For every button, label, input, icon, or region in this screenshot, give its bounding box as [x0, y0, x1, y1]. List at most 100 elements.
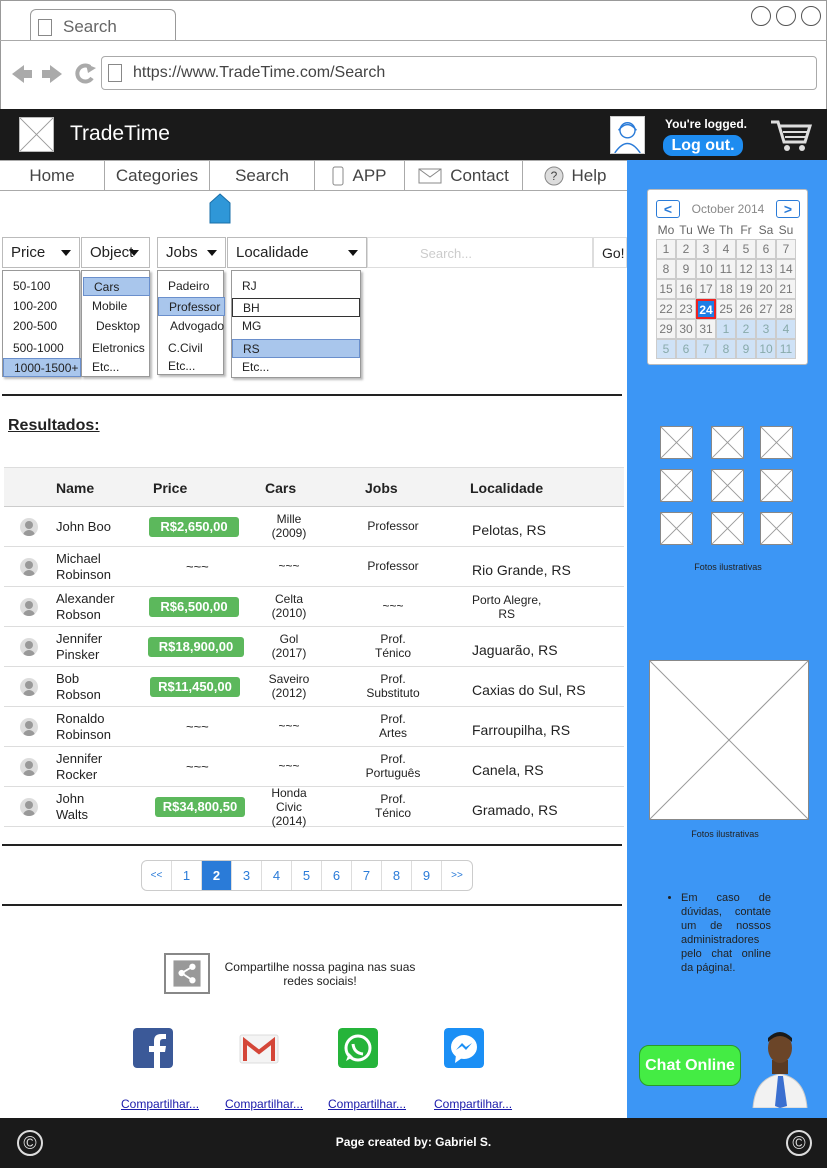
- minimize-button[interactable]: [751, 6, 771, 26]
- table-row[interactable]: John Boo R$2,650,00 Mille (2009) Professor P…: [4, 507, 624, 547]
- calendar-day[interactable]: 3: [756, 319, 776, 339]
- calendar-day[interactable]: 7: [696, 339, 716, 359]
- price-option[interactable]: 200-500: [3, 317, 81, 336]
- calendar-day[interactable]: 1: [656, 239, 676, 259]
- photo-thumbnail[interactable]: [660, 469, 693, 502]
- calendar-day[interactable]: 26: [736, 299, 756, 319]
- page-link[interactable]: 3: [232, 861, 262, 890]
- address-bar[interactable]: https://www.TradeTime.com/Search: [101, 56, 817, 90]
- page-last[interactable]: >>: [442, 861, 472, 890]
- menu-contact[interactable]: Contact: [405, 161, 523, 191]
- page-link[interactable]: 5: [292, 861, 322, 890]
- calendar-day[interactable]: 29: [656, 319, 676, 339]
- page-link-active[interactable]: 2: [202, 861, 232, 890]
- share-messenger-link[interactable]: Compartilhar...: [434, 1097, 512, 1111]
- calendar-day[interactable]: 21: [776, 279, 796, 299]
- share-icon[interactable]: [164, 953, 210, 994]
- cell-name[interactable]: Michael Robinson: [56, 551, 111, 583]
- calendar-day[interactable]: 20: [756, 279, 776, 299]
- close-button[interactable]: [801, 6, 821, 26]
- calendar-day[interactable]: 19: [736, 279, 756, 299]
- calendar-day[interactable]: 22: [656, 299, 676, 319]
- cell-name[interactable]: Ronaldo Robinson: [56, 711, 111, 743]
- calendar-day[interactable]: 13: [756, 259, 776, 279]
- object-option-selected[interactable]: Cars: [83, 277, 150, 296]
- page-link[interactable]: 6: [322, 861, 352, 890]
- object-option[interactable]: Mobile: [82, 297, 149, 316]
- calendar-day[interactable]: 8: [656, 259, 676, 279]
- calendar-day[interactable]: 27: [756, 299, 776, 319]
- cell-name[interactable]: Jennifer Rocker: [56, 751, 102, 783]
- cell-name[interactable]: Jennifer Pinsker: [56, 631, 102, 663]
- calendar-next-button[interactable]: >: [776, 200, 800, 218]
- facebook-icon[interactable]: [133, 1028, 173, 1068]
- price-option[interactable]: 50-100: [3, 277, 81, 296]
- user-avatar-icon[interactable]: [610, 116, 645, 154]
- messenger-icon[interactable]: [444, 1028, 484, 1068]
- object-option[interactable]: Eletronics: [82, 339, 149, 358]
- calendar-day[interactable]: 8: [716, 339, 736, 359]
- calendar-prev-button[interactable]: <: [656, 200, 680, 218]
- logout-button[interactable]: Log out.: [663, 135, 743, 156]
- calendar-day[interactable]: 6: [676, 339, 696, 359]
- object-dropdown[interactable]: Object: [81, 237, 150, 268]
- photo-thumbnail[interactable]: [711, 469, 744, 502]
- photo-thumbnail[interactable]: [760, 469, 793, 502]
- column-header-jobs[interactable]: Jobs: [365, 480, 398, 496]
- menu-app[interactable]: APP: [315, 161, 405, 191]
- menu-home[interactable]: Home: [0, 161, 105, 191]
- calendar-day[interactable]: 15: [656, 279, 676, 299]
- menu-help[interactable]: ? Help: [523, 161, 627, 191]
- calendar-day[interactable]: 10: [756, 339, 776, 359]
- calendar-day[interactable]: 5: [736, 239, 756, 259]
- calendar-day[interactable]: 7: [776, 239, 796, 259]
- price-option[interactable]: 100-200: [3, 297, 81, 316]
- calendar-day[interactable]: 3: [696, 239, 716, 259]
- calendar-day[interactable]: 9: [736, 339, 756, 359]
- jobs-option[interactable]: Advogado: [158, 317, 225, 336]
- calendar-day[interactable]: 1: [716, 319, 736, 339]
- whatsapp-icon[interactable]: [338, 1028, 378, 1068]
- page-first[interactable]: <<: [142, 861, 172, 890]
- calendar-day-today[interactable]: 24: [696, 299, 716, 319]
- calendar-day[interactable]: 9: [676, 259, 696, 279]
- calendar-day[interactable]: 14: [776, 259, 796, 279]
- maximize-button[interactable]: [776, 6, 796, 26]
- object-option[interactable]: Desktop: [82, 317, 149, 336]
- column-header-localidade[interactable]: Localidade: [470, 480, 543, 496]
- localidade-option[interactable]: RJ: [232, 277, 360, 296]
- table-row[interactable]: Alexander Robson R$6,500,00 Celta (2010) ~~…: [4, 587, 624, 627]
- jobs-option[interactable]: Etc...: [158, 357, 225, 376]
- column-header-cars[interactable]: Cars: [265, 480, 296, 496]
- photo-thumbnail[interactable]: [760, 426, 793, 459]
- browser-tab[interactable]: Search: [30, 9, 176, 41]
- calendar-day[interactable]: 25: [716, 299, 736, 319]
- brand-name[interactable]: TradeTime: [70, 122, 170, 146]
- calendar-day[interactable]: 31: [696, 319, 716, 339]
- logo-placeholder[interactable]: [19, 117, 54, 152]
- menu-categories[interactable]: Categories: [105, 161, 210, 191]
- share-whatsapp-link[interactable]: Compartilhar...: [328, 1097, 406, 1111]
- forward-icon[interactable]: [42, 65, 62, 83]
- calendar-day[interactable]: 11: [776, 339, 796, 359]
- calendar-day[interactable]: 28: [776, 299, 796, 319]
- calendar-day[interactable]: 16: [676, 279, 696, 299]
- price-option-selected[interactable]: 1000-1500+: [3, 358, 81, 377]
- object-option[interactable]: Etc...: [82, 358, 149, 377]
- calendar-day[interactable]: 5: [656, 339, 676, 359]
- localidade-option[interactable]: MG: [232, 317, 360, 336]
- menu-search[interactable]: Search: [210, 161, 315, 191]
- calendar-day[interactable]: 17: [696, 279, 716, 299]
- photo-thumbnail[interactable]: [711, 426, 744, 459]
- column-header-price[interactable]: Price: [153, 480, 187, 496]
- page-link[interactable]: 8: [382, 861, 412, 890]
- localidade-option[interactable]: Etc...: [232, 358, 360, 377]
- calendar-day[interactable]: 23: [676, 299, 696, 319]
- table-row[interactable]: Michael Robinson ~~~ ~~~ Professor Rio Grand…: [4, 547, 624, 587]
- jobs-option[interactable]: C.Civil: [158, 339, 225, 358]
- go-button[interactable]: Go!: [593, 237, 627, 268]
- search-input[interactable]: Search...: [367, 237, 593, 268]
- cell-name[interactable]: John Walts: [56, 791, 88, 823]
- price-dropdown[interactable]: Price: [2, 237, 80, 268]
- table-row[interactable]: John Walts R$34,800,50 Honda Civic (2014) P…: [4, 786, 624, 828]
